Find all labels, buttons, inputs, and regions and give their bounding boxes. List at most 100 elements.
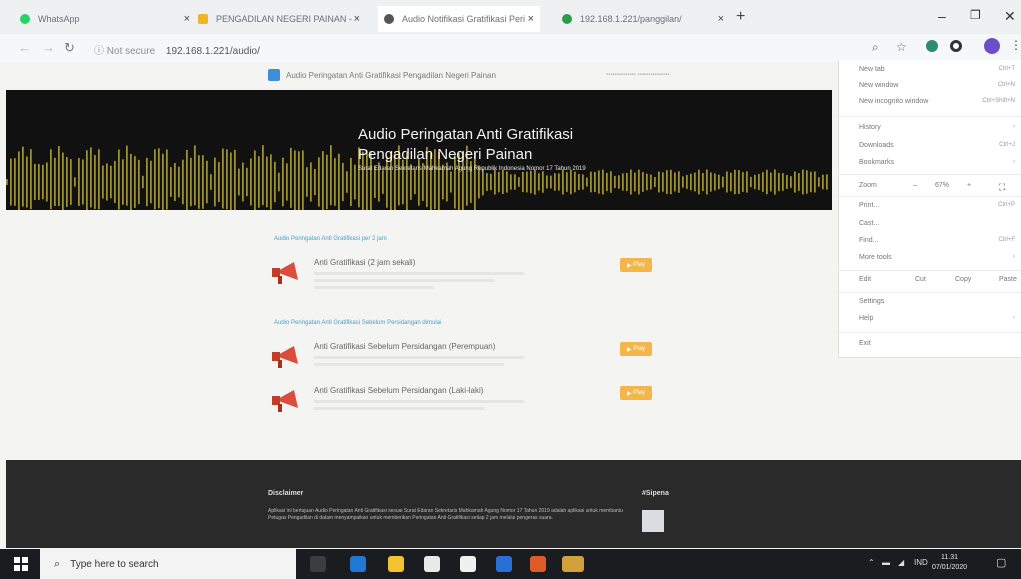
app-icon[interactable]: [496, 556, 512, 572]
info-icon[interactable]: ⓘ: [94, 46, 104, 57]
chrome-icon[interactable]: [562, 556, 584, 572]
file-explorer-icon[interactable]: [388, 556, 404, 572]
window-close-button[interactable]: ✕: [1004, 8, 1016, 25]
waveform-bar: [322, 151, 324, 210]
waveform-bar: [170, 167, 172, 197]
waveform-bar: [334, 158, 336, 206]
site-icon: [562, 14, 572, 24]
play-button[interactable]: ▶ Play: [620, 386, 652, 400]
tab-panggilan[interactable]: 192.168.1.221/panggilan/ ×: [562, 6, 724, 32]
taskbar-search-box[interactable]: ⌕ Type here to search: [40, 549, 296, 579]
profile-avatar[interactable]: [984, 38, 1000, 54]
waveform-bar: [546, 175, 548, 189]
tab-audio-notifikasi[interactable]: Audio Notifikasi Gratifikasi Peri ×: [378, 6, 540, 32]
edge-icon[interactable]: [350, 556, 366, 572]
menu-item-more-tools[interactable]: More tools ›: [859, 254, 1019, 264]
waveform-bar: [254, 150, 256, 210]
waveform-bar: [550, 175, 552, 189]
address-bar[interactable]: ⓘ Not secure 192.168.1.221/audio/: [94, 42, 260, 57]
menu-item-print[interactable]: Print... Ctrl+P: [859, 202, 1019, 212]
waveform-bar: [134, 156, 136, 208]
waveform-bar: [690, 173, 692, 191]
audio-item: Anti Gratifikasi Sebelum Persidangan (Pe…: [272, 340, 652, 376]
back-icon[interactable]: ←: [18, 40, 31, 55]
play-button[interactable]: ▶ Play: [620, 342, 652, 356]
language-indicator[interactable]: IND: [914, 558, 928, 567]
forward-icon[interactable]: →: [42, 40, 55, 55]
new-tab-button[interactable]: +: [736, 8, 745, 26]
waveform-bar: [50, 149, 52, 210]
search-icon[interactable]: ⌕: [872, 40, 879, 55]
notification-icon[interactable]: ▢: [996, 556, 1006, 569]
tab-whatsapp[interactable]: WhatsApp ×: [20, 6, 190, 32]
waveform-bar: [614, 175, 616, 189]
zoom-out-button[interactable]: –: [913, 182, 917, 189]
zoom-in-button[interactable]: +: [967, 182, 971, 189]
minimize-button[interactable]: –: [938, 8, 946, 24]
tab-pengadilan[interactable]: PENGADILAN NEGERI PAINAN - ×: [198, 6, 360, 32]
menu-item-history[interactable]: History ›: [859, 124, 1019, 134]
play-label: Play: [633, 346, 645, 352]
close-icon[interactable]: ×: [184, 13, 190, 25]
menu-item-bookmarks[interactable]: Bookmarks ›: [859, 159, 1019, 169]
play-button[interactable]: ▶ Play: [620, 258, 652, 272]
waveform-bar: [826, 174, 828, 190]
waveform-bar: [230, 152, 232, 210]
edit-paste-button[interactable]: Paste: [999, 276, 1017, 283]
windows-start-icon[interactable]: [14, 557, 28, 571]
extension-icon[interactable]: [926, 40, 938, 52]
waveform-bar: [738, 170, 740, 194]
waveform-bar: [794, 171, 796, 193]
menu-item-edit: Edit Cut Copy Paste: [859, 276, 1017, 283]
waveform-bar: [566, 172, 568, 192]
waveform-bar: [658, 171, 660, 193]
disclaimer-heading: Disclaimer: [268, 490, 304, 497]
waveform-bar: [210, 174, 212, 190]
volume-icon[interactable]: ◢: [898, 558, 904, 567]
system-clock[interactable]: 11.31 07/01/2020: [932, 553, 967, 573]
mail-icon[interactable]: [460, 556, 476, 572]
menu-item-new-incognito[interactable]: New incognito window Ctrl+Shift+N: [859, 98, 1019, 108]
menu-item-cast[interactable]: Cast...: [859, 220, 1019, 230]
waveform-bar: [314, 168, 316, 196]
close-icon[interactable]: ×: [718, 13, 724, 25]
close-icon[interactable]: ×: [354, 13, 360, 25]
waveform-bar: [198, 155, 200, 209]
waveform-bar: [762, 172, 764, 192]
menu-kebab-icon[interactable]: ⋮: [1010, 38, 1021, 52]
edit-cut-button[interactable]: Cut: [915, 276, 926, 283]
firefox-icon[interactable]: [530, 556, 546, 572]
store-icon[interactable]: [424, 556, 440, 572]
menu-item-exit[interactable]: Exit: [859, 340, 1019, 350]
menu-item-new-tab[interactable]: New tab Ctrl+T: [859, 66, 1019, 76]
audio-item-desc: [314, 356, 524, 359]
close-icon[interactable]: ×: [528, 13, 534, 25]
waveform-bar: [638, 169, 640, 195]
menu-item-help[interactable]: Help ›: [859, 315, 1019, 325]
menu-item-find[interactable]: Find... Ctrl+F: [859, 237, 1019, 247]
waveform-bar: [10, 158, 12, 206]
edit-copy-button[interactable]: Copy: [955, 276, 971, 283]
menu-item-settings[interactable]: Settings: [859, 298, 1019, 308]
menu-item-downloads[interactable]: Downloads Ctrl+J: [859, 142, 1019, 152]
waveform-bar: [562, 169, 564, 195]
disclaimer-text: Aplikasi ini bertujuan Audio Peringatan …: [268, 508, 623, 521]
fullscreen-icon[interactable]: ⛶: [999, 182, 1005, 193]
reload-icon[interactable]: ↻: [64, 40, 75, 56]
network-icon[interactable]: ▬: [882, 558, 890, 567]
footer-thumbnail[interactable]: [642, 510, 664, 532]
waveform-bar: [98, 149, 100, 210]
zoom-level: 67%: [935, 182, 950, 189]
opera-extension-icon[interactable]: [950, 40, 962, 52]
waveform-bar: [726, 171, 728, 193]
star-icon[interactable]: ☆: [896, 40, 907, 54]
menu-item-new-window[interactable]: New window Ctrl+N: [859, 82, 1019, 92]
site-logo: [268, 69, 280, 81]
waveform-bar: [234, 149, 236, 210]
waveform-bar: [778, 172, 780, 192]
maximize-button[interactable]: ❐: [970, 8, 981, 22]
waveform-bar: [414, 169, 416, 195]
waveform-bar: [122, 159, 124, 205]
task-view-icon[interactable]: [310, 556, 326, 572]
tray-expand-icon[interactable]: ⌃: [868, 558, 875, 567]
